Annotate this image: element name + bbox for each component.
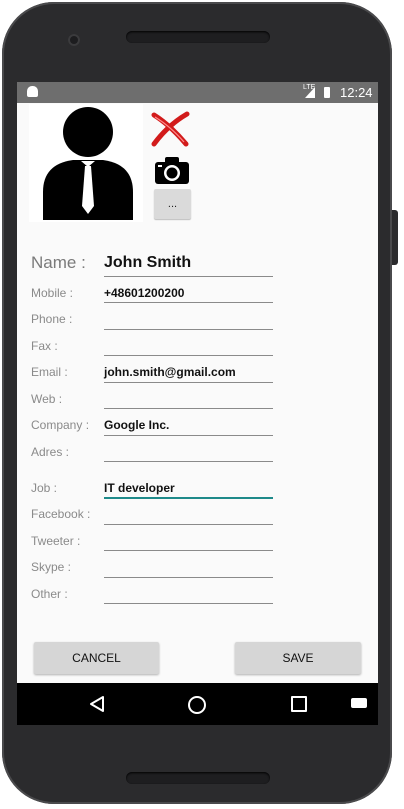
- twitter-label: Tweeter :: [31, 534, 81, 548]
- company-underline: [104, 435, 273, 436]
- name-field[interactable]: John Smith: [104, 254, 272, 272]
- more-options-button[interactable]: ...: [154, 189, 191, 219]
- other-underline: [104, 603, 273, 604]
- web-label: Web :: [31, 392, 63, 406]
- clock: 12:24: [340, 85, 373, 100]
- back-icon[interactable]: [89, 695, 105, 713]
- fax-label: Fax :: [31, 339, 58, 353]
- battery-icon: [324, 87, 330, 98]
- person-icon: [43, 107, 133, 220]
- facebook-label: Facebook :: [31, 507, 91, 521]
- camera-icon: [155, 157, 189, 184]
- mobile-label: Mobile :: [31, 286, 74, 300]
- job-underline: [104, 497, 273, 499]
- recents-icon[interactable]: [291, 696, 307, 712]
- company-field[interactable]: Google Inc.: [104, 418, 272, 432]
- address-underline: [104, 461, 273, 462]
- name-label: Name :: [31, 253, 86, 272]
- home-icon[interactable]: [188, 696, 206, 714]
- fax-underline: [104, 355, 273, 356]
- skype-underline: [104, 577, 273, 578]
- facebook-underline: [104, 524, 273, 525]
- app-screen: LTE 12:24 ... Name: John Smith Mobile:…: [17, 82, 378, 725]
- email-field[interactable]: john.smith@gmail.com: [104, 365, 272, 379]
- job-field[interactable]: IT developer: [104, 481, 272, 495]
- mobile-field[interactable]: +48601200200: [104, 286, 272, 300]
- mobile-underline: [104, 302, 273, 303]
- skype-label: Skype :: [31, 560, 72, 574]
- address-label: Adres :: [31, 445, 70, 459]
- take-photo-button[interactable]: [154, 156, 190, 186]
- web-underline: [104, 408, 273, 409]
- front-camera: [68, 34, 80, 46]
- status-bar: LTE 12:24: [17, 82, 378, 103]
- contact-avatar[interactable]: [29, 104, 143, 222]
- navigation-bar: [17, 683, 378, 725]
- top-speaker: [126, 31, 270, 43]
- twitter-underline: [104, 550, 273, 551]
- android-debug-icon: [27, 86, 38, 97]
- job-label: Job :: [31, 481, 58, 495]
- other-label: Other :: [31, 587, 68, 601]
- delete-x-icon: [151, 111, 190, 147]
- phone-underline: [104, 329, 273, 330]
- save-button[interactable]: SAVE: [235, 642, 361, 674]
- name-underline: [104, 276, 273, 277]
- keyboard-icon[interactable]: [351, 698, 367, 708]
- signal-icon: [305, 87, 315, 98]
- company-label: Company :: [31, 418, 90, 432]
- cancel-button[interactable]: CANCEL: [34, 642, 159, 674]
- phone-label: Phone :: [31, 312, 73, 326]
- email-label: Email :: [31, 365, 68, 379]
- phone-frame: LTE 12:24 ... Name: John Smith Mobile:…: [2, 2, 392, 804]
- delete-photo-button[interactable]: [150, 111, 190, 147]
- email-underline: [104, 382, 273, 383]
- power-button: [392, 210, 398, 265]
- bottom-speaker: [126, 772, 270, 784]
